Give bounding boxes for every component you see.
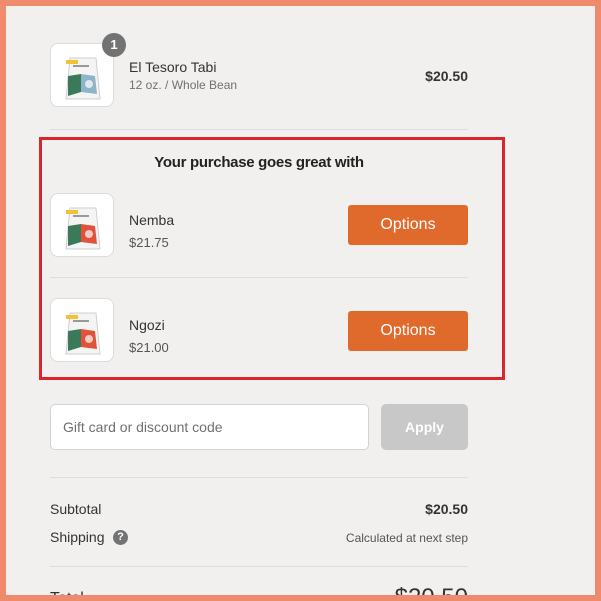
recommendation-thumbnail[interactable]: [50, 298, 114, 362]
total-value: $20.50: [394, 584, 468, 601]
divider: [50, 566, 468, 567]
coffee-bag-icon: [65, 207, 101, 250]
cart-item-name: El Tesoro Tabi: [129, 59, 217, 75]
recommendation-name[interactable]: Ngozi: [129, 317, 165, 333]
cart-item-price: $20.50: [425, 68, 468, 84]
apply-button[interactable]: Apply: [381, 404, 468, 450]
quantity-badge: 1: [102, 33, 126, 57]
shipping-value: Calculated at next step: [345, 531, 468, 545]
cart-item-variant: 12 oz. / Whole Bean: [129, 78, 238, 92]
recommendation-name[interactable]: Nemba: [129, 212, 174, 228]
divider: [50, 477, 468, 478]
upsell-title: Your purchase goes great with: [154, 154, 364, 171]
help-icon[interactable]: ?: [113, 530, 128, 545]
subtotal-label: Subtotal: [50, 501, 102, 517]
recommendation-thumbnail[interactable]: [50, 193, 114, 257]
options-button[interactable]: Options: [348, 311, 468, 351]
total-label: Total: [50, 590, 84, 601]
subtotal-value: $20.50: [425, 501, 468, 517]
coffee-bag-icon: [65, 312, 101, 355]
shipping-label: Shipping: [50, 529, 105, 545]
recommendation-price: $21.75: [129, 235, 169, 250]
discount-code-input[interactable]: [50, 404, 369, 450]
divider: [50, 129, 468, 130]
options-button[interactable]: Options: [348, 205, 468, 245]
divider: [50, 277, 468, 278]
recommendation-price: $21.00: [129, 340, 169, 355]
